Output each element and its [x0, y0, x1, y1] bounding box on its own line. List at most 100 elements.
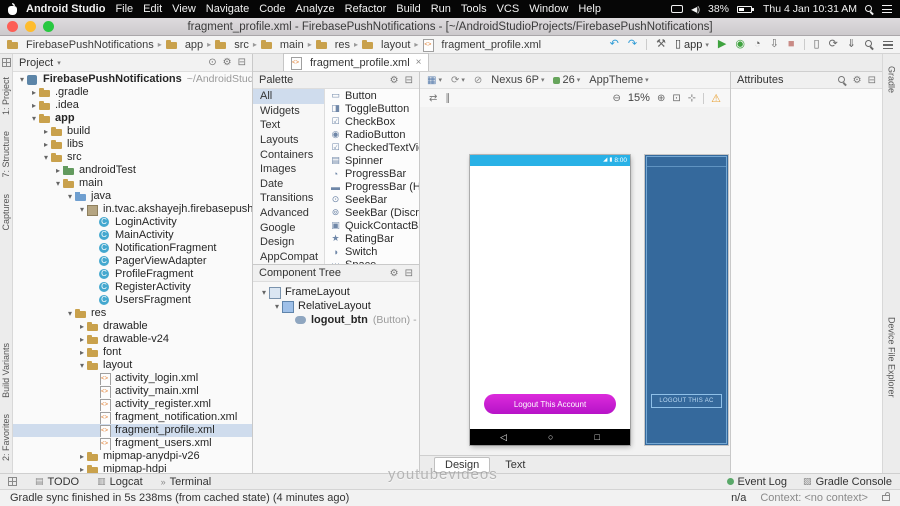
palette-category-design[interactable]: Design	[253, 235, 324, 250]
menu-item-build[interactable]: Build	[391, 3, 425, 15]
palette-widget-progressbar-hor[interactable]: ▬ ProgressBar (Hor	[325, 180, 419, 193]
chevron-down-icon[interactable]: ▾	[17, 73, 27, 86]
chevron-down-icon[interactable]: ▾	[65, 307, 75, 320]
breadcrumb-res[interactable]: res	[315, 39, 350, 51]
tool-window-button-device-file-explorer[interactable]: Device File Explorer	[887, 317, 897, 398]
chevron-down-icon[interactable]: ▾	[41, 151, 51, 164]
chevron-down-icon[interactable]: ▾	[272, 302, 282, 311]
breadcrumb-src[interactable]: src	[215, 39, 249, 51]
palette-widget-progressbar[interactable]: ◔ ProgressBar	[325, 167, 419, 180]
palette-category-layouts[interactable]: Layouts	[253, 133, 324, 148]
tool-window-button-gradle[interactable]: Gradle	[887, 66, 897, 93]
project-tree-item-font[interactable]: ▸ font	[13, 346, 252, 359]
chevron-down-icon[interactable]: ▾	[57, 59, 61, 67]
minimize-window-button[interactable]	[25, 21, 36, 32]
zoom-window-button[interactable]	[43, 21, 54, 32]
chevron-right-icon[interactable]: ▸	[77, 346, 87, 359]
zoom-in-icon[interactable]: ⊕	[657, 93, 665, 104]
logout-button-blueprint[interactable]: LOGOUT THIS AC	[651, 394, 722, 408]
toolbar-menu-icon[interactable]	[883, 40, 893, 49]
blueprint-view[interactable]: LOGOUT THIS AC	[645, 155, 728, 445]
palette-widget-space[interactable]: ⋯ Space	[325, 258, 419, 265]
debug-button[interactable]: ◉	[735, 39, 745, 50]
chevron-down-icon[interactable]: ▾	[77, 203, 87, 216]
chevron-down-icon[interactable]: ▾	[77, 359, 87, 372]
tool-window-button-event-log[interactable]: Event Log	[726, 476, 787, 488]
project-tree-item-profilefragment[interactable]: ProfileFragment	[13, 268, 252, 281]
theme-selector[interactable]: AppTheme ▾	[589, 74, 648, 86]
project-tree-item-registeractivity[interactable]: RegisterActivity	[13, 281, 252, 294]
sync-project-icon[interactable]: ⟳	[829, 39, 838, 50]
project-tree-item-notificationfragment[interactable]: NotificationFragment	[13, 242, 252, 255]
palette-category-date[interactable]: Date	[253, 177, 324, 192]
palette-category-images[interactable]: Images	[253, 162, 324, 177]
design-canvas[interactable]: ◢ ▮ 8:00 Logout This Account ◁ ○ □ LOGOU…	[420, 107, 730, 455]
breadcrumb-fragment-profile-xml[interactable]: fragment_profile.xml	[422, 38, 541, 52]
palette-widget-checkedtextview[interactable]: ☑ CheckedTextView	[325, 141, 419, 154]
project-tree-item-androidtest[interactable]: ▸ androidTest	[13, 164, 252, 177]
project-tree-item-layout[interactable]: ▾ layout	[13, 359, 252, 372]
menu-item-code[interactable]: Code	[254, 3, 290, 15]
chevron-right-icon[interactable]: ▸	[77, 333, 87, 346]
tool-window-switcher-icon[interactable]	[1, 58, 11, 67]
project-tree-item-libs[interactable]: ▸ libs	[13, 138, 252, 151]
search-icon[interactable]	[837, 75, 847, 85]
run-config-selector[interactable]: ▯ app ▾	[675, 39, 709, 51]
menu-item-refactor[interactable]: Refactor	[340, 3, 392, 15]
collapse-panel-icon[interactable]: ⊟	[405, 268, 413, 279]
project-tree-item-idea[interactable]: ▸ .idea	[13, 99, 252, 112]
project-tree-item-fragment-profile-xml[interactable]: fragment_profile.xml	[13, 424, 252, 437]
menu-item-file[interactable]: File	[110, 3, 138, 15]
stop-button[interactable]: ■	[788, 39, 795, 50]
profiler-button[interactable]: ◔	[754, 39, 761, 50]
project-tree-item-firebasepushnotifications[interactable]: ▾ FirebasePushNotifications ~/AndroidStudi…	[13, 73, 252, 86]
menu-item-analyze[interactable]: Analyze	[291, 3, 340, 15]
tool-window-button-terminal[interactable]: » Terminal	[161, 476, 212, 488]
palette-category-all[interactable]: All	[253, 89, 324, 104]
project-tree-item-loginactivity[interactable]: LoginActivity	[13, 216, 252, 229]
chevron-right-icon[interactable]: ▸	[77, 320, 87, 333]
chevron-right-icon[interactable]: ▸	[41, 125, 51, 138]
breadcrumb-main[interactable]: main	[260, 39, 304, 51]
breadcrumb-layout[interactable]: layout	[362, 39, 410, 51]
menu-item-run[interactable]: Run	[426, 3, 456, 15]
gear-icon[interactable]: ⚙	[853, 75, 862, 86]
palette-widget-togglebutton[interactable]: ◨ ToggleButton	[325, 102, 419, 115]
component-logout-btn[interactable]: logout_btn (Button) -	[253, 313, 419, 327]
api-selector[interactable]: 26 ▾	[553, 74, 580, 86]
redo-icon[interactable]: ↷	[628, 39, 637, 50]
editor-tab-fragment-profile[interactable]: fragment_profile.xml ×	[283, 53, 429, 71]
status-context[interactable]: Context: <no context>	[760, 492, 868, 504]
menu-item-navigate[interactable]: Navigate	[201, 3, 254, 15]
attach-debugger-button[interactable]: ⇩	[770, 39, 779, 50]
project-tree-item-mipmap-anydpi-v26[interactable]: ▸ mipmap-anydpi-v26	[13, 450, 252, 463]
chevron-down-icon[interactable]: ▾	[259, 288, 269, 297]
palette-widget-seekbar[interactable]: ⊙ SeekBar	[325, 193, 419, 206]
breadcrumb-app[interactable]: app	[165, 39, 203, 51]
palette-widget-radiobutton[interactable]: ◉ RadioButton	[325, 128, 419, 141]
logout-button-preview[interactable]: Logout This Account	[484, 394, 616, 414]
palette-category-widgets[interactable]: Widgets	[253, 104, 324, 119]
palette-widget-button[interactable]: ▭ Button	[325, 89, 419, 102]
project-tree-item-gradle[interactable]: ▸ .gradle	[13, 86, 252, 99]
menu-item-help[interactable]: Help	[573, 3, 606, 15]
project-tree-item-java[interactable]: ▾ java	[13, 190, 252, 203]
project-tree-item-drawable[interactable]: ▸ drawable	[13, 320, 252, 333]
project-tree-item-src[interactable]: ▾ src	[13, 151, 252, 164]
project-tree-item-fragment-notification-xml[interactable]: fragment_notification.xml	[13, 411, 252, 424]
menu-item-view[interactable]: View	[167, 3, 201, 15]
project-tree-item-pagerviewadapter[interactable]: PagerViewAdapter	[13, 255, 252, 268]
chevron-right-icon[interactable]: ▸	[41, 138, 51, 151]
design-preview-phone[interactable]: ◢ ▮ 8:00 Logout This Account ◁ ○ □	[470, 155, 630, 445]
close-tab-icon[interactable]: ×	[416, 57, 422, 68]
locate-file-icon[interactable]: ⊙	[208, 57, 216, 68]
build-hammer-icon[interactable]: ⚒	[656, 39, 666, 50]
collapse-panel-icon[interactable]: ⊟	[405, 75, 413, 86]
gear-icon[interactable]: ⚙	[223, 57, 232, 68]
chevron-right-icon[interactable]: ▸	[53, 164, 63, 177]
sdk-manager-icon[interactable]: ⇓	[847, 39, 856, 50]
close-window-button[interactable]	[7, 21, 18, 32]
palette-category-advanced[interactable]: Advanced	[253, 206, 324, 221]
tool-window-button-1-project[interactable]: 1: Project	[1, 77, 11, 115]
menu-item-vcs[interactable]: VCS	[492, 3, 525, 15]
